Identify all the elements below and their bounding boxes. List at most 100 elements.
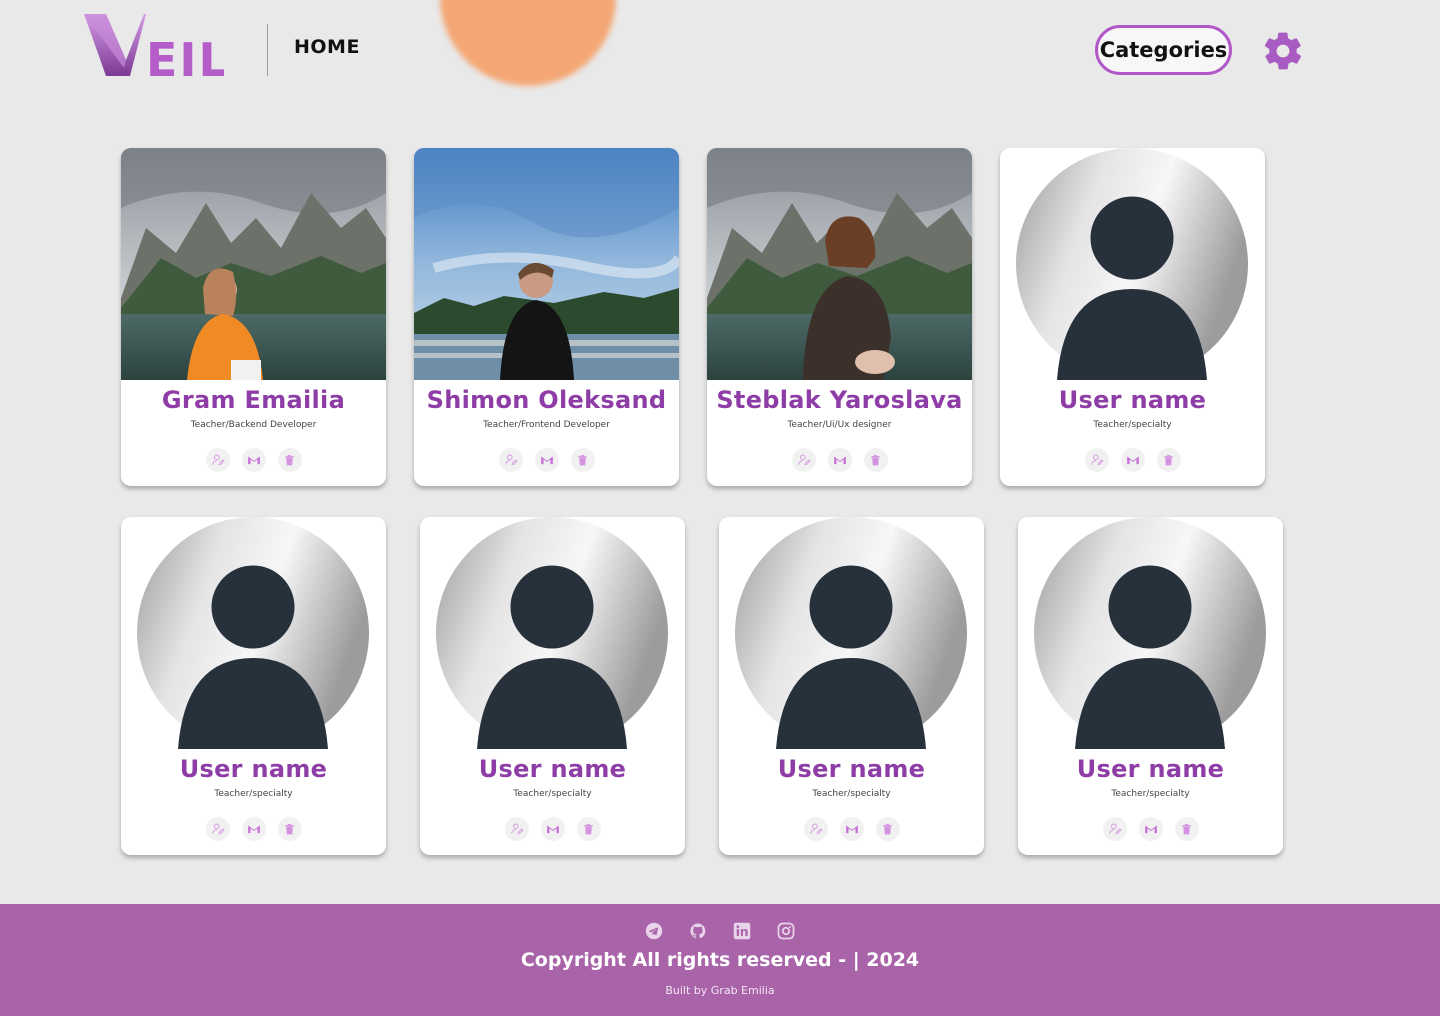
edit-user-icon [510,822,524,836]
trash-icon [576,454,589,467]
teacher-card[interactable]: User name Teacher/specialty [420,517,685,855]
gmail-icon [833,453,847,467]
card-actions [1018,817,1283,841]
github-icon[interactable] [689,922,707,940]
trash-button[interactable] [1174,817,1199,841]
nav-divider [267,24,268,76]
gear-icon[interactable] [1261,29,1305,73]
trash-button[interactable] [277,448,302,472]
edit-user-button[interactable] [1102,817,1127,841]
top-nav: EIL HOME Categories [0,0,1440,100]
teacher-specialty: Teacher/specialty [513,789,592,799]
gmail-icon [1144,822,1158,836]
edit-user-icon [504,453,518,467]
teacher-specialty: Teacher/specialty [214,789,293,799]
nav-home-link[interactable]: HOME [294,36,360,58]
trash-icon [1180,823,1193,836]
default-avatar [436,517,668,749]
card-actions [1000,448,1265,472]
teacher-card[interactable]: Shimon Oleksand Teacher/Frontend Develope… [414,148,679,486]
trash-button[interactable] [576,817,601,841]
gmail-button[interactable] [540,817,565,841]
edit-user-button[interactable] [504,817,529,841]
gmail-icon [546,822,560,836]
teacher-name: Gram Emailia [161,386,346,414]
teacher-specialty: Teacher/specialty [1093,420,1172,430]
edit-user-button[interactable] [1084,448,1109,472]
profile-photo [414,148,679,380]
edit-user-button[interactable] [498,448,523,472]
gmail-button[interactable] [534,448,559,472]
teacher-specialty: Teacher/Ui/Ux designer [787,420,892,430]
edit-user-icon [1090,453,1104,467]
card-actions [121,448,386,472]
teacher-name: Shimon Oleksand [426,386,667,414]
trash-icon [1162,454,1175,467]
trash-icon [283,454,296,467]
edit-user-button[interactable] [205,448,230,472]
edit-user-button[interactable] [205,817,230,841]
teacher-specialty: Teacher/specialty [1111,789,1190,799]
telegram-icon[interactable] [645,922,663,940]
card-actions [719,817,984,841]
copyright-text: Copyright All rights reserved - | 2024 [520,949,920,971]
teacher-card[interactable]: Steblak Yaroslava Teacher/Ui/Ux designer [707,148,972,486]
default-avatar [1016,148,1248,380]
trash-button[interactable] [875,817,900,841]
gmail-icon [845,822,859,836]
teacher-card[interactable]: User name Teacher/specialty [1000,148,1265,486]
decorative-orange-circle [440,0,616,86]
trash-button[interactable] [570,448,595,472]
gmail-icon [1126,453,1140,467]
trash-icon [881,823,894,836]
trash-icon [869,454,882,467]
profile-photo [707,148,972,380]
gmail-button[interactable] [241,448,266,472]
card-actions [414,448,679,472]
edit-user-button[interactable] [791,448,816,472]
gmail-button[interactable] [827,448,852,472]
teacher-name: User name [179,755,328,783]
instagram-icon[interactable] [777,922,795,940]
trash-button[interactable] [1156,448,1181,472]
teacher-name: User name [777,755,926,783]
card-actions [121,817,386,841]
teacher-card[interactable]: User name Teacher/specialty [1018,517,1283,855]
teacher-name: User name [1076,755,1225,783]
teacher-name: User name [1058,386,1207,414]
edit-user-icon [797,453,811,467]
svg-text:EIL: EIL [146,33,224,80]
trash-icon [582,823,595,836]
edit-user-icon [809,822,823,836]
teacher-specialty: Teacher/specialty [812,789,891,799]
edit-user-icon [1108,822,1122,836]
categories-button[interactable]: Categories [1095,25,1232,75]
teacher-specialty: Teacher/Backend Developer [190,420,317,430]
teacher-card[interactable]: User name Teacher/specialty [121,517,386,855]
social-links [0,922,1440,940]
edit-user-icon [211,822,225,836]
built-by-text: Built by Grab Emilia [665,984,775,997]
teacher-card[interactable]: User name Teacher/specialty [719,517,984,855]
gmail-icon [540,453,554,467]
veil-logo[interactable]: EIL [84,14,224,80]
trash-button[interactable] [863,448,888,472]
default-avatar [137,517,369,749]
gmail-icon [247,453,261,467]
linkedin-icon[interactable] [733,922,751,940]
card-actions [707,448,972,472]
teacher-card[interactable]: Gram Emailia Teacher/Backend Developer [121,148,386,486]
edit-user-icon [211,453,225,467]
gmail-button[interactable] [839,817,864,841]
trash-button[interactable] [277,817,302,841]
gmail-button[interactable] [241,817,266,841]
profile-photo [121,148,386,380]
footer: Copyright All rights reserved - | 2024 B… [0,904,1440,1016]
card-actions [420,817,685,841]
gmail-button[interactable] [1120,448,1145,472]
teacher-name: User name [478,755,627,783]
gmail-button[interactable] [1138,817,1163,841]
edit-user-button[interactable] [803,817,828,841]
teacher-specialty: Teacher/Frontend Developer [483,420,610,430]
default-avatar [1034,517,1266,749]
